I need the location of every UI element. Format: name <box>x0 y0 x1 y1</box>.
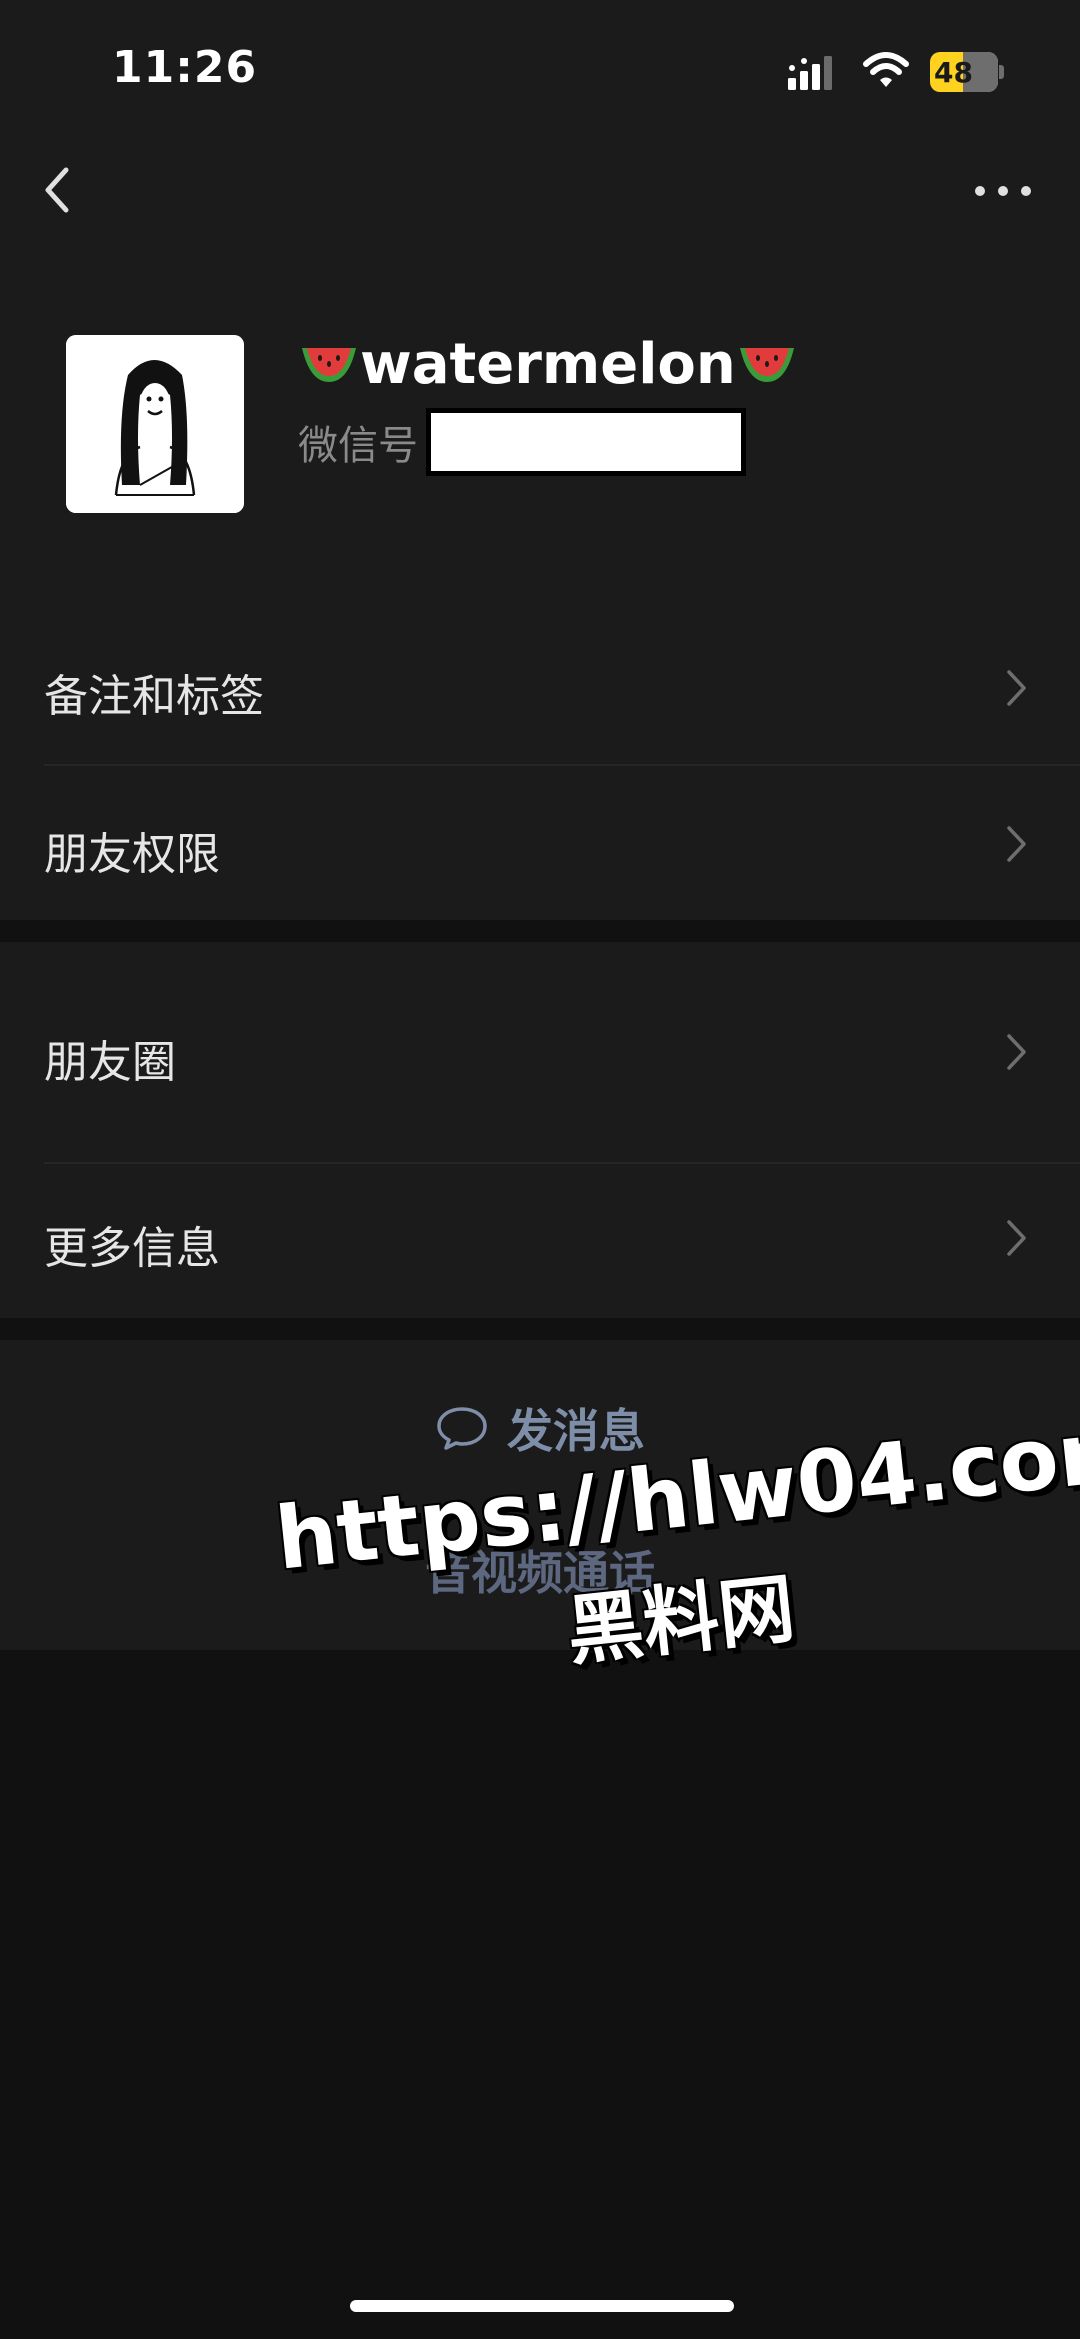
profile-header: watermelon 微信号 <box>0 240 1080 620</box>
chevron-right-icon <box>1007 670 1026 706</box>
settings-group: 朋友圈 更多信息 <box>0 942 1080 1318</box>
menu-row-label: 朋友权限 <box>44 829 220 880</box>
settings-group: 备注和标签 朋友权限 <box>0 610 1080 920</box>
nickname: watermelon <box>298 332 798 397</box>
watermelon-emoji-icon <box>302 347 356 382</box>
chevron-right-icon <box>1007 1220 1026 1256</box>
menu-row-remarks-tags[interactable]: 备注和标签 <box>0 610 1080 765</box>
send-message-label: 发消息 <box>507 1404 645 1458</box>
cellular-signal-icon <box>788 56 832 90</box>
avatar-illustration <box>66 335 244 513</box>
battery-icon: 48 <box>930 52 1004 92</box>
wifi-icon <box>863 52 909 87</box>
wechat-id-redacted <box>426 408 746 476</box>
back-button[interactable] <box>30 160 90 220</box>
menu-row-label: 更多信息 <box>44 1223 220 1274</box>
wechat-id-label: 微信号 <box>298 423 418 469</box>
home-indicator[interactable] <box>350 2300 734 2312</box>
video-call-button[interactable]: 音视频通话 <box>0 1530 1080 1610</box>
menu-row-label: 朋友圈 <box>44 1037 176 1088</box>
chevron-right-icon <box>1007 1034 1026 1070</box>
status-bar: 11:26 48 <box>0 0 1080 140</box>
more-options-button[interactable] <box>968 166 1038 216</box>
video-call-label: 音视频通话 <box>425 1546 655 1600</box>
status-time: 11:26 <box>112 42 258 93</box>
actions-panel: 发消息 音视频通话 <box>0 1340 1080 1650</box>
send-message-button[interactable]: 发消息 <box>0 1388 1080 1468</box>
avatar[interactable] <box>66 335 244 513</box>
nickname-text: watermelon <box>360 332 736 397</box>
menu-row-label: 备注和标签 <box>44 671 264 722</box>
nav-bar <box>0 140 1080 240</box>
menu-row-more-info[interactable]: 更多信息 <box>0 1164 1080 1318</box>
wechat-id: 微信号 <box>298 408 746 476</box>
battery-level: 48 <box>934 56 973 89</box>
chat-bubble-icon <box>437 1407 487 1450</box>
chevron-right-icon <box>1007 826 1026 862</box>
contact-profile-screen: 11:26 48 watermelon 微信号 备注和标签 朋友权限 朋友圈 更… <box>0 0 1080 2339</box>
watermelon-emoji-icon <box>739 347 794 382</box>
menu-row-friend-permissions[interactable]: 朋友权限 <box>0 766 1080 920</box>
menu-row-moments[interactable]: 朋友圈 <box>0 942 1080 1162</box>
